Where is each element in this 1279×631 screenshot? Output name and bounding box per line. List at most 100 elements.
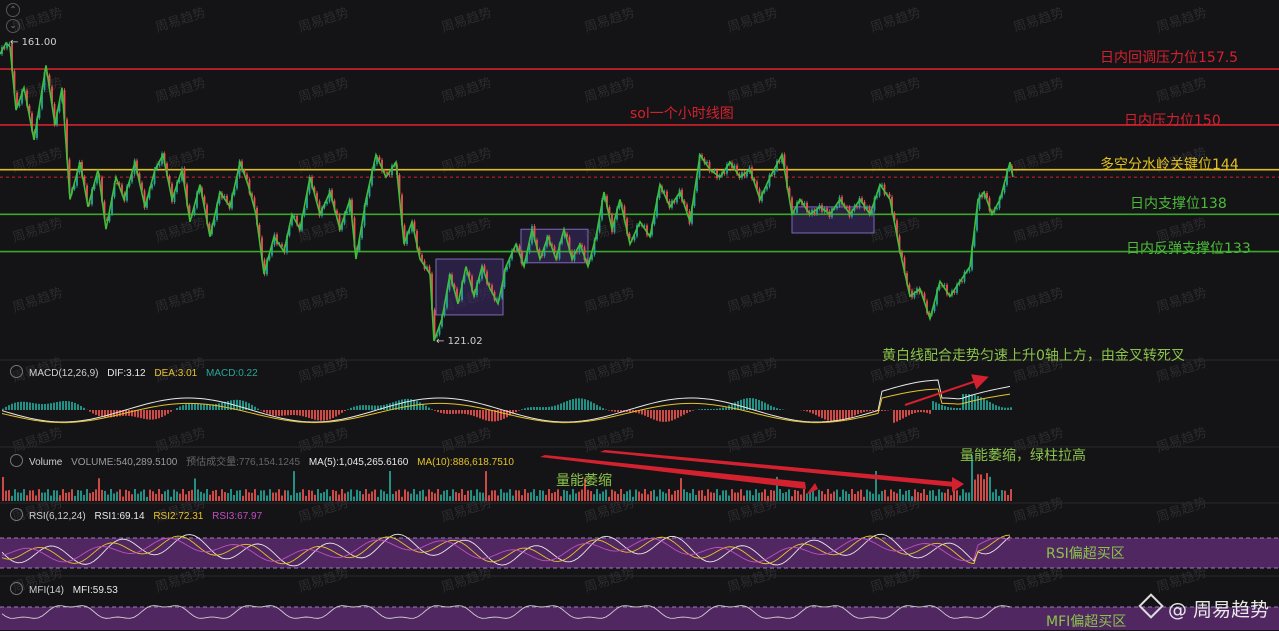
- macd-dif: DIF:3.12: [107, 368, 145, 379]
- macd-histogram-bar: [554, 406, 556, 410]
- watermark-text: 周易趋势: [439, 145, 493, 176]
- volume-name: Volume: [29, 457, 62, 468]
- macd-histogram-bar: [935, 402, 937, 410]
- watermark-text: 周易趋势: [296, 145, 350, 176]
- macd-histogram-bar: [827, 410, 829, 421]
- macd-histogram-bar: [473, 410, 475, 416]
- candle-body: [159, 164, 161, 166]
- volume-bar: [572, 489, 574, 501]
- macd-histogram-bar: [863, 410, 865, 412]
- volume-bar: [581, 489, 583, 501]
- macd-histogram-bar: [257, 409, 259, 410]
- volume-bar: [563, 490, 565, 501]
- volume-bar: [107, 495, 109, 501]
- macd-histogram-bar: [956, 408, 958, 410]
- macd-histogram-bar: [368, 405, 370, 410]
- macd-histogram-bar: [857, 410, 859, 414]
- volume-bar: [524, 489, 526, 501]
- volume-bar: [551, 493, 553, 501]
- settings-icon[interactable]: [10, 508, 23, 521]
- volume-bar: [557, 489, 559, 501]
- macd-histogram-bar: [995, 405, 997, 410]
- nav-down-button[interactable]: ⌄: [6, 19, 20, 33]
- settings-icon[interactable]: [10, 454, 23, 467]
- macd-histogram-bar: [524, 408, 526, 410]
- volume-bar: [500, 489, 502, 501]
- macd-histogram-bar: [530, 407, 532, 410]
- macd-histogram-bar: [650, 410, 652, 418]
- watermark-text: 周易趋势: [439, 215, 493, 246]
- macd-histogram-bar: [194, 403, 196, 410]
- macd-annotation: 黄白线配合走势匀速上升0轴上方，由金叉转死叉: [882, 345, 1185, 365]
- volume-bar: [698, 491, 700, 501]
- macd-histogram-bar: [584, 399, 586, 410]
- volume-bar: [839, 497, 841, 501]
- volume-bar: [134, 489, 136, 501]
- volume-bar: [560, 496, 562, 501]
- volume-bar: [614, 491, 616, 501]
- volume-bar: [173, 490, 175, 501]
- macd-histogram-bar: [206, 404, 208, 410]
- volume-bar: [881, 491, 883, 501]
- nav-up-button[interactable]: ⌃: [6, 3, 20, 17]
- macd-legend: MACD(12,26,9) DIF:3.12 DEA:3.01 MACD:0.2…: [10, 365, 264, 379]
- macd-histogram-bar: [470, 410, 472, 415]
- macd-histogram-bar: [365, 405, 367, 410]
- volume-bar: [92, 492, 94, 501]
- volume-bar: [452, 489, 454, 501]
- volume-bar: [104, 491, 106, 501]
- macd-histogram-bar: [419, 402, 421, 410]
- volume-bar: [200, 492, 202, 501]
- macd-histogram-bar: [908, 410, 910, 415]
- volume-bar: [11, 496, 13, 501]
- volume-bar: [140, 491, 142, 501]
- watermark-text: 周易趋势: [868, 145, 922, 176]
- volume-bar: [683, 489, 685, 501]
- macd-histogram-bar: [20, 402, 22, 410]
- volume-bar: [986, 473, 988, 501]
- volume-bar: [569, 495, 571, 501]
- volume-bar: [626, 491, 628, 501]
- volume-bar: [530, 492, 532, 501]
- macd-histogram-bar: [740, 400, 742, 410]
- watermark-text: 周易趋势: [1011, 565, 1065, 596]
- volume-bar: [215, 490, 217, 501]
- volume-bar: [5, 491, 7, 501]
- macd-histogram-bar: [137, 410, 139, 417]
- macd-histogram-bar: [941, 405, 943, 410]
- volume-bar: [647, 494, 649, 501]
- macd-histogram-bar: [806, 410, 808, 411]
- macd-histogram-bar: [296, 410, 298, 415]
- volume-bar: [425, 496, 427, 501]
- volume-bar: [923, 489, 925, 501]
- volume-bar: [176, 492, 178, 501]
- volume-bar: [365, 489, 367, 501]
- volume-bar: [533, 489, 535, 501]
- volume-bar: [233, 495, 235, 501]
- macd-histogram-bar: [974, 395, 976, 410]
- volume-bar: [896, 493, 898, 501]
- volume-bar: [266, 495, 268, 501]
- volume-bar: [887, 496, 889, 501]
- watermark-text: 周易趋势: [1011, 75, 1065, 106]
- macd-histogram-bar: [926, 410, 928, 413]
- volume-bar: [380, 490, 382, 501]
- volume-bar: [281, 496, 283, 501]
- volume-bar: [62, 489, 64, 501]
- settings-icon[interactable]: [10, 582, 23, 595]
- macd-histogram-bar: [479, 410, 481, 418]
- settings-icon[interactable]: [10, 365, 23, 378]
- macd-histogram-bar: [992, 404, 994, 410]
- volume-bar: [323, 492, 325, 501]
- macd-histogram-bar: [527, 408, 529, 410]
- macd-histogram-bar: [644, 410, 646, 416]
- watermark-text: 周易趋势: [1154, 75, 1208, 106]
- macd-histogram-bar: [95, 410, 97, 415]
- macd-histogram-bar: [362, 405, 364, 410]
- volume-bar: [77, 490, 79, 501]
- macd-histogram-bar: [215, 404, 217, 410]
- volume-bar: [161, 494, 163, 501]
- macd-histogram-bar: [593, 403, 595, 410]
- macd-histogram-bar: [401, 400, 403, 410]
- volume-bar: [893, 492, 895, 501]
